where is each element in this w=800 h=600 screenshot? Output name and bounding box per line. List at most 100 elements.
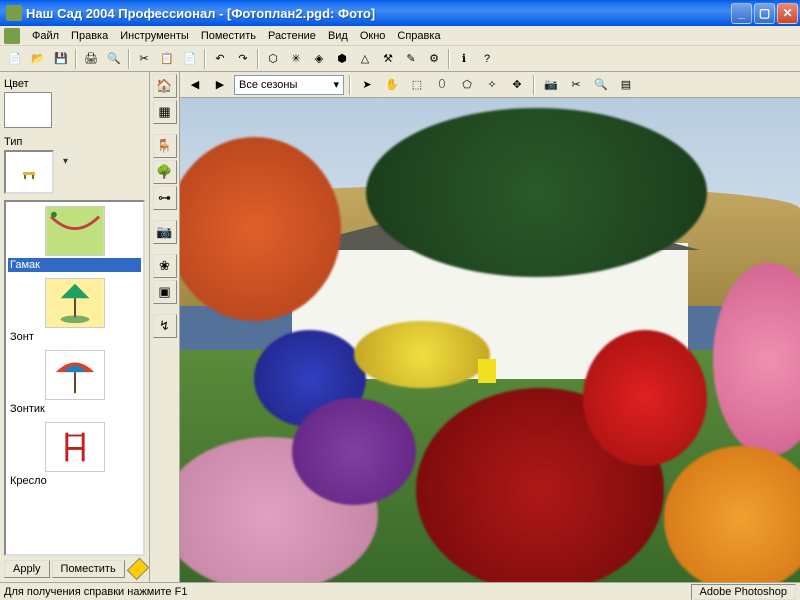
tool-8-button[interactable]: ⚙ (423, 48, 445, 70)
new-button[interactable]: 📄 (4, 48, 26, 70)
path-icon: ↯ (159, 318, 170, 334)
season-dropdown[interactable]: Все сезоны ▾ (234, 75, 344, 95)
separator (349, 75, 351, 95)
separator (257, 49, 259, 69)
nav-left-button[interactable]: ◀ (184, 74, 206, 96)
frame-tool-button[interactable]: ▣ (153, 280, 177, 304)
status-bar: Для получения справки нажмите F1 Adobe P… (0, 582, 800, 600)
object-sidebar: Цвет Тип Гамак Зонт Зонтик Кресло (0, 72, 150, 582)
bench-icon (21, 164, 37, 180)
fence-tool-button[interactable]: ▦ (153, 100, 177, 124)
tool-1-button[interactable]: ⬡ (262, 48, 284, 70)
yellow-chair (478, 359, 496, 383)
color-label: Цвет (4, 78, 145, 90)
apply-button[interactable]: Apply (4, 560, 50, 578)
select-rect-button[interactable]: ⬚ (406, 74, 428, 96)
tool-5-button[interactable]: △ (354, 48, 376, 70)
status-app-tag: Adobe Photoshop (691, 584, 796, 600)
select-lasso-button[interactable]: ⬯ (431, 74, 453, 96)
list-item[interactable]: Зонт (6, 274, 143, 346)
tool-3-button[interactable]: ◈ (308, 48, 330, 70)
doc-icon (4, 28, 20, 44)
cut-button[interactable]: ✂ (133, 48, 155, 70)
main-toolbar: 📄 📂 💾 🖨 🔍 ✂ 📋 📄 ↶ ↷ ⬡ ✳ ◈ ⬢ △ ⚒ ✎ ⚙ ℹ ? (0, 46, 800, 72)
path-tool-button[interactable]: ↯ (153, 314, 177, 338)
flower-tool-button[interactable]: ❀ (153, 254, 177, 278)
diamond-indicator-icon[interactable] (126, 558, 149, 581)
thumbnail-label: Кресло (8, 474, 141, 488)
separator (204, 49, 206, 69)
maximize-button[interactable]: ▢ (754, 3, 775, 24)
move-tool-button[interactable]: ✥ (506, 74, 528, 96)
type-selector[interactable] (4, 150, 54, 194)
menu-edit[interactable]: Правка (65, 28, 114, 44)
menu-tools[interactable]: Инструменты (114, 28, 195, 44)
help-icon: ? (484, 53, 490, 65)
menu-bar: Файл Правка Инструменты Поместить Растен… (0, 26, 800, 46)
help-button[interactable]: ? (476, 48, 498, 70)
save-button[interactable]: 💾 (50, 48, 72, 70)
vertical-toolstrip: 🏠 ▦ 🪑 🌳 ⊶ 📷 ❀ ▣ ↯ (150, 72, 180, 582)
flower-icon: ❀ (159, 258, 170, 274)
paste-button[interactable]: 📄 (179, 48, 201, 70)
menu-plant[interactable]: Растение (262, 28, 322, 44)
grid-button[interactable]: ▤ (615, 74, 637, 96)
info-button[interactable]: ℹ (453, 48, 475, 70)
umbrella-icon (45, 278, 105, 328)
separator (448, 49, 450, 69)
menu-place[interactable]: Поместить (195, 28, 262, 44)
place-button[interactable]: Поместить (52, 560, 125, 578)
menu-window[interactable]: Окно (354, 28, 392, 44)
chair-icon (45, 422, 105, 472)
redo-button[interactable]: ↷ (232, 48, 254, 70)
print-preview-button[interactable]: 🔍 (103, 48, 125, 70)
menu-view[interactable]: Вид (322, 28, 354, 44)
furniture-tool-button[interactable]: 🪑 (153, 134, 177, 158)
select-magic-button[interactable]: ✧ (481, 74, 503, 96)
select-poly-button[interactable]: ⬠ (456, 74, 478, 96)
menu-file[interactable]: Файл (26, 28, 65, 44)
type-label: Тип (4, 136, 145, 148)
content-area: ◀ ▶ Все сезоны ▾ ➤ ✋ ⬚ ⬯ ⬠ ✧ ✥ 📷 ✂ 🔍 ▤ (180, 72, 800, 582)
list-item[interactable]: Зонтик (6, 346, 143, 418)
zoom-button[interactable]: 🔍 (590, 74, 612, 96)
tool-6-button[interactable]: ⚒ (377, 48, 399, 70)
list-item[interactable]: Кресло (6, 418, 143, 490)
tree-tool-button[interactable]: 🌳 (153, 160, 177, 184)
color-swatch[interactable] (4, 92, 52, 128)
open-button[interactable]: 📂 (27, 48, 49, 70)
tool-7-button[interactable]: ✎ (400, 48, 422, 70)
close-button[interactable]: ✕ (777, 3, 798, 24)
list-item[interactable]: Гамак (6, 202, 143, 274)
separator (75, 49, 77, 69)
connector-tool-button[interactable]: ⊶ (153, 186, 177, 210)
window-title: Наш Сад 2004 Профессионал - [Фотоплан2.p… (26, 6, 731, 21)
tool-2-button[interactable]: ✳ (285, 48, 307, 70)
snapshot-button[interactable]: 📷 (540, 74, 562, 96)
pointer-tool-button[interactable]: ➤ (356, 74, 378, 96)
thumbnail-label: Гамак (8, 258, 141, 272)
object-thumbnail-list[interactable]: Гамак Зонт Зонтик Кресло (4, 200, 145, 556)
separator (533, 75, 535, 95)
connector-icon: ⊶ (158, 190, 171, 206)
tree-foliage (366, 108, 707, 277)
tool-4-button[interactable]: ⬢ (331, 48, 353, 70)
camera-tool-button[interactable]: 📷 (153, 220, 177, 244)
print-button[interactable]: 🖨 (80, 48, 102, 70)
garden-viewport[interactable] (180, 98, 800, 582)
menu-help[interactable]: Справка (391, 28, 446, 44)
crop-button[interactable]: ✂ (565, 74, 587, 96)
sidebar-button-row: Apply Поместить (4, 560, 145, 578)
undo-button[interactable]: ↶ (209, 48, 231, 70)
window-titlebar: Наш Сад 2004 Профессионал - [Фотоплан2.p… (0, 0, 800, 26)
copy-button[interactable]: 📋 (156, 48, 178, 70)
thumbnail-label: Зонт (8, 330, 141, 344)
frame-icon: ▣ (158, 284, 170, 300)
thumbnail-label: Зонтик (8, 402, 141, 416)
app-icon (6, 5, 22, 21)
fence-icon: ▦ (158, 104, 170, 120)
nav-right-button[interactable]: ▶ (209, 74, 231, 96)
minimize-button[interactable]: _ (731, 3, 752, 24)
hand-tool-button[interactable]: ✋ (381, 74, 403, 96)
house-tool-button[interactable]: 🏠 (153, 74, 177, 98)
